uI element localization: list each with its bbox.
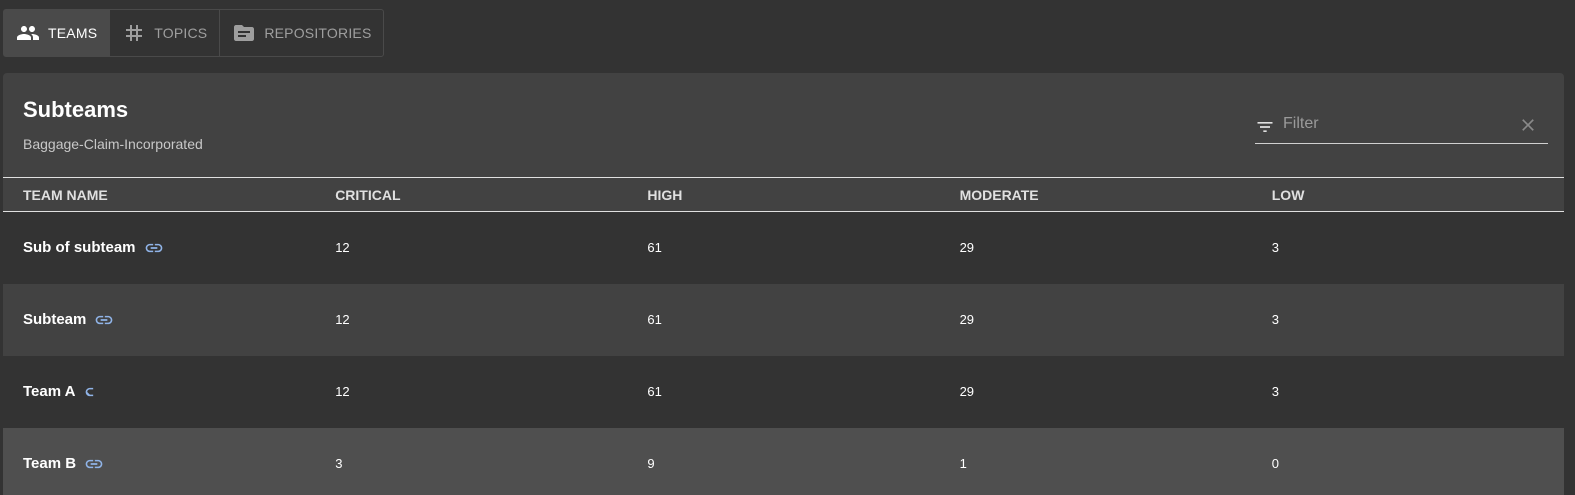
low-count: 3 [1271,312,1279,327]
moderate-count: 29 [959,384,975,399]
card-header: Subteams Baggage-Claim-Incorporated [3,73,1564,177]
team-name: Subteam [23,310,87,328]
filter-icon [1255,117,1275,137]
tab-teams[interactable]: TEAMS [4,10,111,56]
table-row[interactable]: Team B 3 9 1 0 [3,427,1564,495]
link-icon[interactable] [84,382,104,402]
close-icon[interactable] [1518,115,1538,135]
column-header-team-name[interactable]: TEAM NAME [3,178,315,212]
folder-icon [232,21,256,45]
high-count: 61 [647,240,662,256]
tab-topics-label: TOPICS [154,25,208,41]
critical-count: 3 [335,456,343,471]
link-icon[interactable] [144,238,164,258]
filter-field [1255,111,1548,144]
moderate-count: 29 [959,312,975,327]
column-header-moderate[interactable]: MODERATE [940,178,1252,212]
moderate-count: 29 [959,240,975,256]
tab-topics[interactable]: TOPICS [110,10,221,56]
parent-team-name: Baggage-Claim-Incorporated [23,136,203,152]
link-icon[interactable] [94,310,114,330]
team-name: Sub of subteam [23,238,136,256]
column-header-high[interactable]: HIGH [627,178,939,212]
low-count: 3 [1271,240,1279,256]
table-row[interactable]: Sub of subteam 12 61 29 3 [3,211,1564,284]
moderate-count: 1 [959,456,967,471]
column-header-low[interactable]: LOW [1252,178,1564,212]
critical-count: 12 [335,312,350,327]
low-count: 3 [1271,384,1279,399]
team-name-cell: Team A [3,356,315,428]
link-icon[interactable] [84,454,104,474]
hashtag-icon [122,21,146,45]
table-row[interactable]: Team A 12 61 29 3 [3,355,1564,428]
tab-teams-label: TEAMS [48,25,98,41]
team-name-cell: Subteam [3,284,315,356]
team-name: Team A [23,382,76,400]
team-name-cell: Sub of subteam [3,212,315,284]
column-header-critical[interactable]: CRITICAL [315,178,627,212]
critical-count: 12 [335,240,350,256]
subteams-table: TEAM NAME CRITICAL HIGH MODERATE LOW Sub… [3,177,1564,495]
high-count: 9 [647,456,655,471]
filter-input[interactable] [1283,115,1518,133]
team-name: Team B [23,454,77,472]
team-name-cell: Team B [3,428,315,495]
tab-repositories[interactable]: REPOSITORIES [220,10,383,56]
table-row[interactable]: Subteam 12 61 29 3 [3,283,1564,356]
critical-count: 12 [335,384,350,399]
low-count: 0 [1271,456,1279,471]
table-header-row: TEAM NAME CRITICAL HIGH MODERATE LOW [3,177,1564,212]
people-icon [16,21,40,45]
view-tabs: TEAMS TOPICS REPOSITORIES [3,9,385,57]
high-count: 61 [647,312,662,327]
subteams-card: Subteams Baggage-Claim-Incorporated TEAM… [3,73,1564,495]
tab-repositories-label: REPOSITORIES [264,25,372,41]
page-title: Subteams [23,97,129,122]
high-count: 61 [647,384,662,399]
